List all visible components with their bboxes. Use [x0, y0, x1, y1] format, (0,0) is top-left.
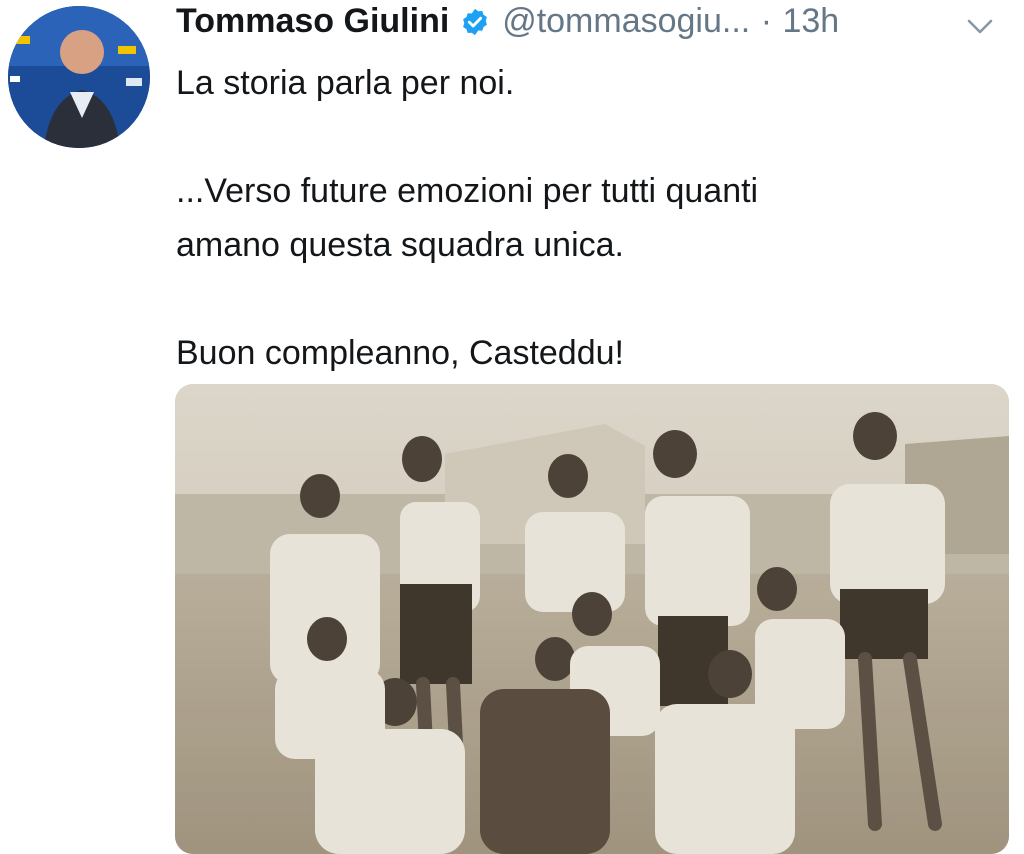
tweet-line: amano questa squadra unica. — [176, 226, 624, 264]
avatar-image — [8, 6, 150, 148]
author-handle[interactable]: @tommasogiu... — [502, 2, 750, 41]
verified-badge-icon — [462, 8, 487, 35]
tweet-photo[interactable] — [175, 384, 1009, 854]
tweet-line: Buon compleanno, Casteddu! — [176, 334, 624, 372]
chevron-down-icon[interactable] — [960, 6, 1000, 46]
tweet: Tommaso Giulini @tommasogiu... · 13h La … — [0, 0, 1024, 854]
author-name[interactable]: Tommaso Giulini — [176, 2, 449, 41]
header-separator: · — [760, 2, 773, 40]
tweet-text: La storia parla per noi. ...Verso future… — [176, 56, 1006, 380]
tweet-line: ...Verso future emozioni per tutti quant… — [176, 172, 759, 210]
author-avatar[interactable] — [8, 6, 150, 148]
team-photo — [175, 384, 1009, 854]
tweet-line: La storia parla per noi. — [176, 64, 515, 102]
tweet-timestamp[interactable]: 13h — [782, 2, 839, 41]
tweet-header: Tommaso Giulini @tommasogiu... · 13h — [176, 2, 1016, 52]
